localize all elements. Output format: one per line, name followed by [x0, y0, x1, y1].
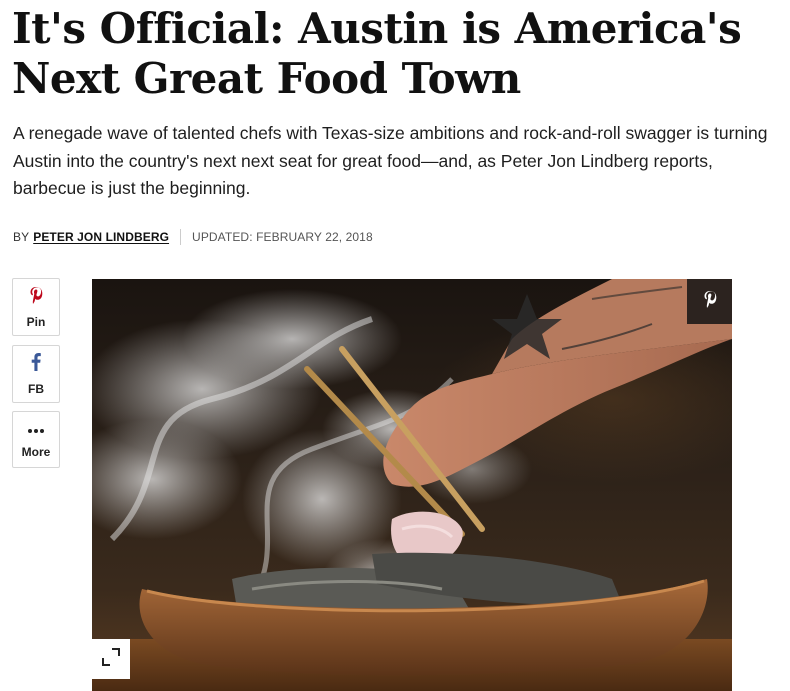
more-label: More [21, 444, 51, 459]
more-share-button[interactable]: More [12, 411, 60, 468]
fb-label: FB [28, 381, 44, 396]
pin-label: Pin [26, 314, 46, 329]
facebook-icon [31, 352, 41, 376]
expand-icon [102, 647, 120, 671]
byline-prefix: BY [13, 230, 30, 244]
facebook-share-button[interactable]: FB [12, 345, 60, 403]
pin-share-button[interactable]: Pin [12, 278, 60, 336]
ellipsis-icon [27, 421, 45, 439]
article-headline: It's Official: Austin is America's Next … [12, 4, 742, 103]
hero-illustration [92, 279, 732, 691]
image-pin-button[interactable] [687, 279, 732, 324]
article-dek: A renegade wave of talented chefs with T… [13, 123, 768, 198]
author-link[interactable]: PETER JON LINDBERG [33, 230, 169, 244]
byline-divider [180, 229, 182, 245]
expand-image-button[interactable] [92, 639, 130, 679]
hero-image[interactable] [92, 279, 732, 691]
updated-date: UPDATED: FEBRUARY 22, 2018 [192, 230, 373, 244]
pinterest-icon [29, 286, 43, 309]
byline: BY PETER JON LINDBERG UPDATED: FEBRUARY … [13, 228, 373, 246]
pinterest-icon [703, 290, 717, 313]
